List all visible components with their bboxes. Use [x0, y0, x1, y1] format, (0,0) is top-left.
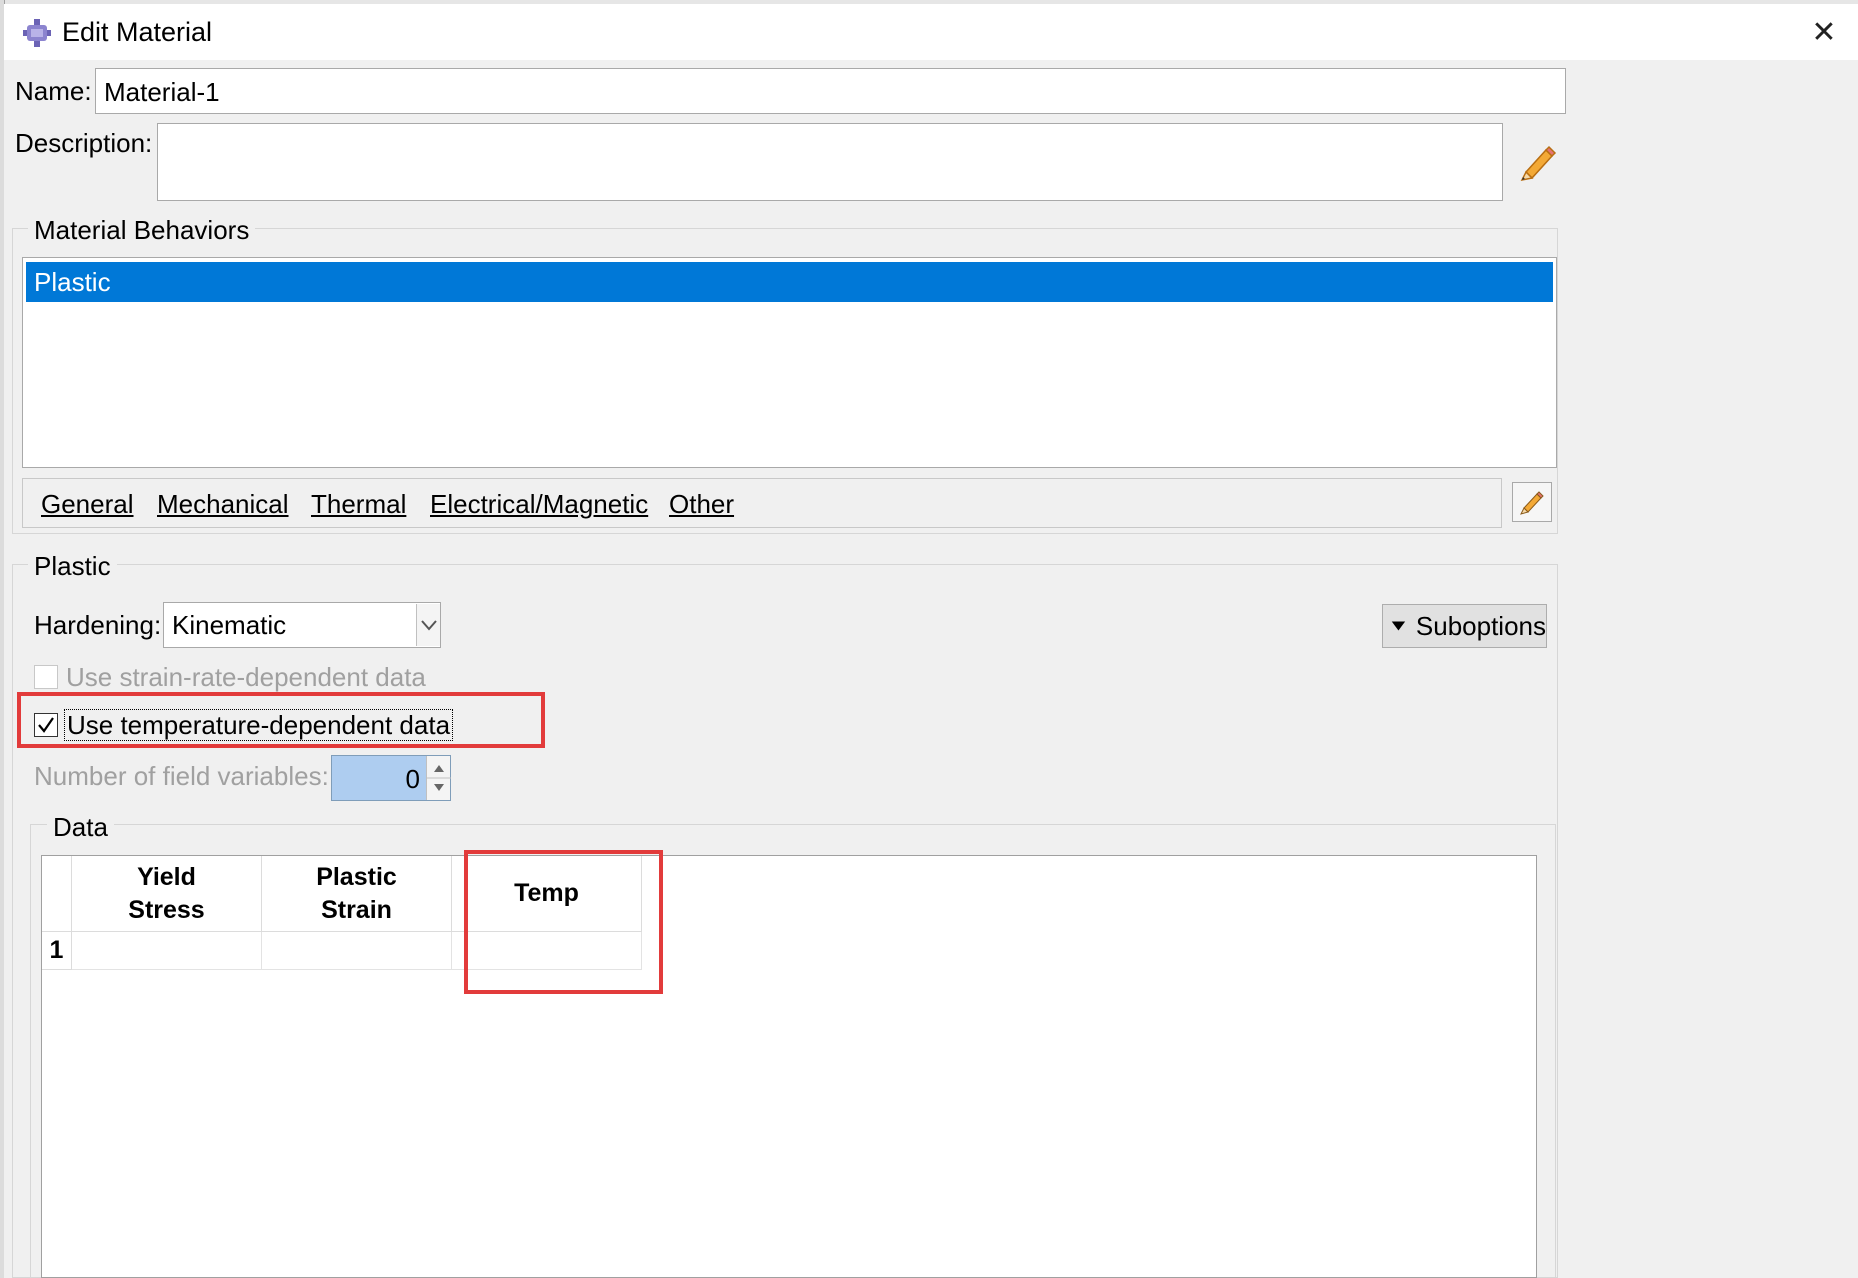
hardening-dropdown-button[interactable] — [416, 604, 440, 646]
plastic-group-title: Plastic — [28, 551, 117, 581]
name-input[interactable]: Material-1 — [95, 68, 1566, 114]
hardening-label: Hardening: — [34, 610, 162, 640]
menu-general[interactable]: General — [41, 489, 134, 519]
title-bar: Edit Material ✕ — [4, 4, 1858, 60]
window-title: Edit Material — [62, 17, 213, 47]
data-table[interactable]: Yield Stress Plastic Strain Temp 1 — [41, 855, 1537, 1278]
cell-plastic-strain[interactable] — [262, 932, 452, 970]
highlight-annotation-temp-column — [464, 850, 663, 994]
behavior-item-plastic[interactable]: Plastic — [26, 262, 1553, 302]
cell-yield-stress[interactable] — [72, 932, 262, 970]
spin-arrows[interactable] — [426, 756, 451, 800]
column-header-yield-stress[interactable]: Yield Stress — [72, 856, 262, 932]
field-variables-value: 0 — [405, 764, 420, 794]
field-variables-label: Number of field variables: — [34, 761, 329, 791]
hardening-select[interactable]: Kinematic — [163, 602, 441, 648]
pencil-icon — [1520, 491, 1544, 515]
strain-rate-checkbox[interactable] — [34, 665, 58, 689]
description-input-value — [158, 124, 1502, 140]
menu-other[interactable]: Other — [669, 489, 734, 519]
behaviors-list[interactable]: Plastic — [22, 257, 1557, 468]
close-button[interactable]: ✕ — [1800, 10, 1848, 54]
field-variables-spinbox[interactable]: 0 — [331, 755, 451, 801]
spin-up-down-icon — [427, 765, 451, 791]
material-behaviors-title: Material Behaviors — [28, 215, 256, 245]
close-icon: ✕ — [1811, 15, 1837, 49]
hardening-value: Kinematic — [172, 610, 287, 640]
menu-electrical-magnetic[interactable]: Electrical/Magnetic — [430, 489, 648, 519]
behavior-edit-button[interactable] — [1512, 482, 1552, 522]
menu-mechanical[interactable]: Mechanical — [157, 489, 289, 519]
behavior-menu-bar: General Mechanical Thermal Electrical/Ma… — [22, 478, 1502, 528]
menu-thermal[interactable]: Thermal — [311, 489, 406, 519]
abaqus-material-icon — [22, 18, 52, 48]
name-input-value: Material-1 — [104, 77, 220, 107]
name-label: Name: — [15, 76, 92, 106]
edit-material-dialog: Edit Material ✕ Name: Material-1 Descrip… — [4, 4, 1858, 1278]
suboptions-label: Suboptions — [1415, 611, 1546, 641]
table-corner — [42, 856, 72, 932]
highlight-annotation-checkbox — [17, 692, 545, 748]
triangle-down-icon — [1391, 621, 1406, 631]
strain-rate-label: Use strain-rate-dependent data — [66, 662, 426, 692]
chevron-down-icon — [420, 620, 437, 631]
suboptions-button[interactable]: Suboptions — [1382, 604, 1547, 648]
description-label: Description: — [15, 128, 153, 158]
row-header-1[interactable]: 1 — [42, 932, 72, 970]
description-input[interactable] — [157, 123, 1503, 201]
pencil-icon — [1520, 145, 1557, 182]
column-header-plastic-strain[interactable]: Plastic Strain — [262, 856, 452, 932]
description-edit-button[interactable] — [1518, 142, 1558, 182]
data-group-title: Data — [47, 812, 114, 842]
